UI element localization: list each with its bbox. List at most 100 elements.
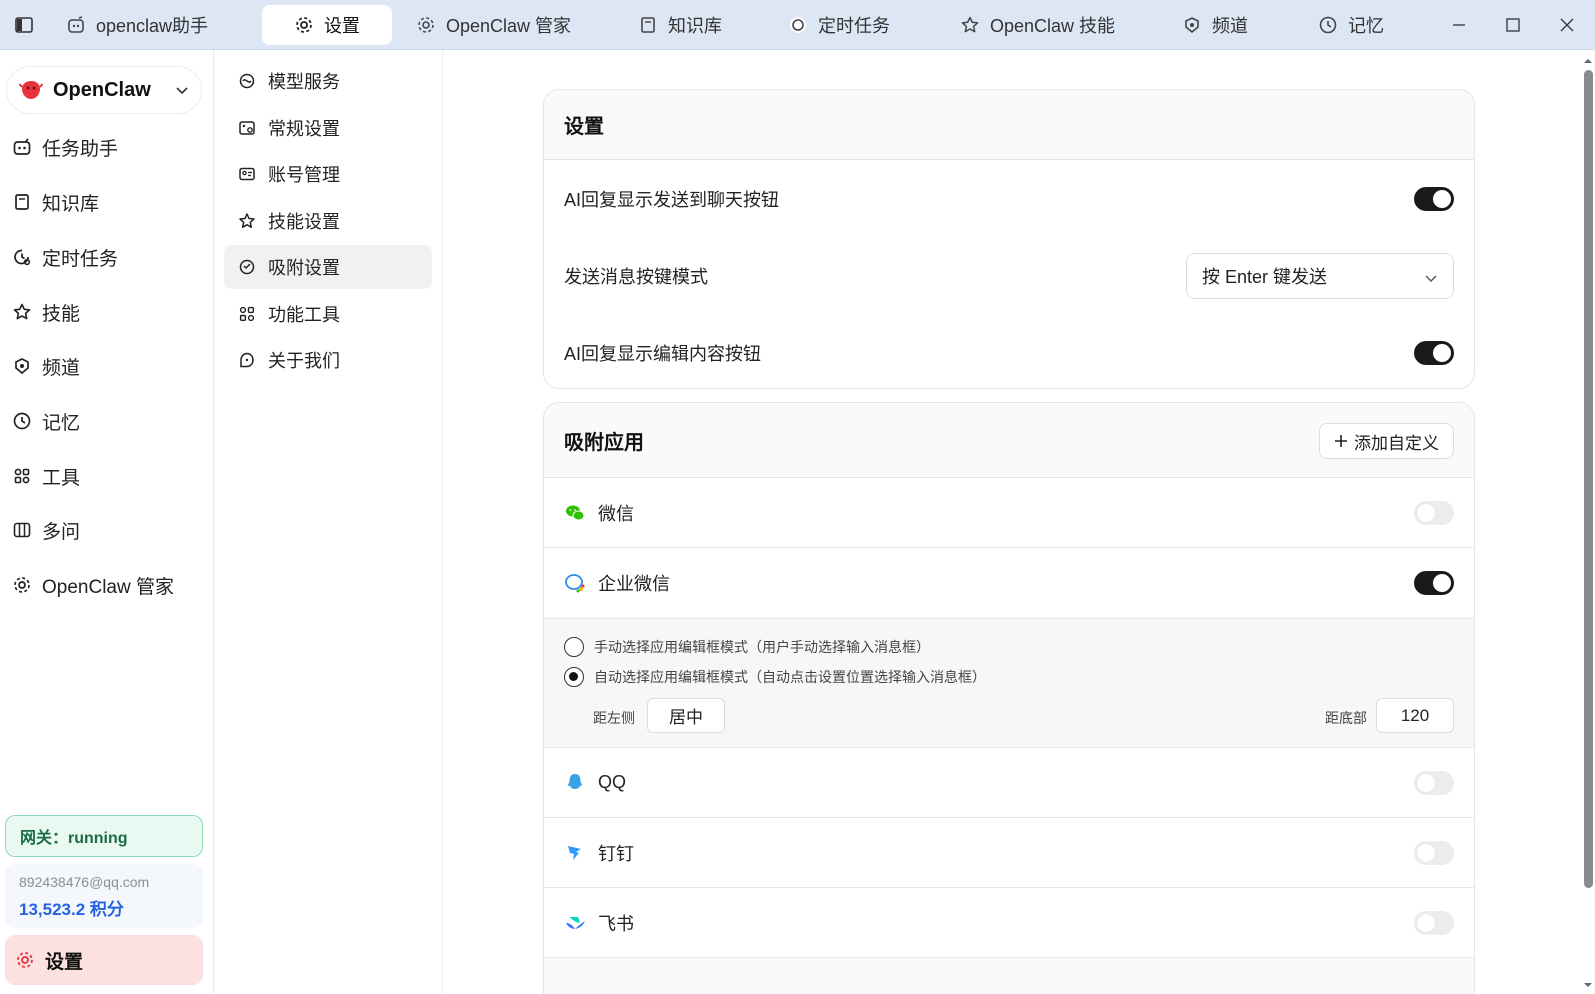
app-row-qq: QQ — [544, 748, 1474, 818]
send-key-mode-select[interactable]: 按 Enter 键发送 — [1186, 252, 1454, 299]
mode-option-label: 手动选择应用编辑框模式（用户手动选择输入消息框） — [594, 639, 930, 655]
gear-icon — [296, 17, 312, 33]
sidebar-item-task-assistant[interactable]: 任务助手 — [12, 129, 118, 165]
account-email: 892438476@qq.com — [19, 874, 150, 890]
qq-toggle[interactable] — [1414, 771, 1454, 795]
mode-auto-radio[interactable] — [564, 667, 584, 687]
mode-manual-radio[interactable] — [564, 637, 584, 657]
sidebar-item-knowledge-base[interactable]: 知识库 — [12, 184, 99, 220]
submenu-item-function-tools[interactable]: 功能工具 — [224, 292, 432, 336]
position-settings: 距左侧 居中 距底部 120 — [593, 698, 1454, 734]
account-points: 13,523.2 积分 — [19, 900, 124, 919]
settings-card-title: 设置 — [544, 90, 1474, 160]
app-name: 企业微信 — [598, 574, 670, 594]
close-button[interactable] — [1552, 10, 1582, 40]
gear-icon — [418, 17, 434, 33]
tab-memory[interactable]: 记忆 — [1306, 5, 1396, 45]
sidebar-item-tools[interactable]: 工具 — [12, 458, 80, 494]
settings-card: 设置 AI回复显示发送到聊天按钮 发送消息按键模式 按 Enter 键发送 AI… — [543, 89, 1475, 389]
app-name: 钉钉 — [598, 843, 634, 864]
setting-label: AI回复显示发送到聊天按钮 — [564, 189, 780, 210]
feishu-toggle[interactable] — [1414, 911, 1454, 935]
scroll-up-icon[interactable] — [1583, 56, 1593, 66]
sidebar: OpenClaw 任务助手 知识库 定时任务 技能 频道 记忆 工具 多问 Op… — [0, 50, 214, 994]
sidebar-item-memory[interactable]: 记忆 — [12, 403, 80, 439]
setting-label: 发送消息按键模式 — [564, 266, 708, 287]
sidebar-item-label: 知识库 — [42, 193, 100, 215]
channel-icon — [1185, 17, 1199, 34]
tab-channel[interactable]: 频道 — [1170, 5, 1260, 45]
workspace-switcher[interactable]: OpenClaw — [6, 66, 202, 114]
maximize-icon — [1506, 18, 1520, 32]
sidebar-item-label: OpenClaw 管家 — [42, 576, 174, 598]
submenu-item-skill-settings[interactable]: 技能设置 — [224, 199, 432, 243]
submenu-item-attach-settings[interactable]: 吸附设置 — [224, 245, 432, 289]
star-icon — [239, 213, 255, 228]
sidebar-item-channel[interactable]: 频道 — [12, 348, 80, 384]
tab-openclaw-skills[interactable]: OpenClaw 技能 — [948, 5, 1127, 45]
tab-knowledge-base[interactable]: 知识库 — [626, 5, 734, 45]
star-icon — [13, 303, 31, 320]
openclaw-logo-icon — [19, 81, 43, 99]
sidebar-settings-button[interactable]: 设置 — [5, 935, 203, 985]
left-distance-label: 距左侧 — [593, 710, 635, 726]
mode-option-manual[interactable]: 手动选择应用编辑框模式（用户手动选择输入消息框） — [564, 632, 1454, 662]
add-custom-button[interactable]: 添加自定义 — [1319, 423, 1454, 459]
sidebar-item-label: 技能 — [42, 303, 81, 325]
minimize-button[interactable] — [1444, 10, 1474, 40]
send-to-chat-toggle[interactable] — [1414, 186, 1454, 211]
wechat-toggle[interactable] — [1414, 501, 1454, 525]
setting-label: AI回复显示编辑内容按钮 — [564, 343, 762, 364]
tab-openclaw-manager[interactable]: OpenClaw 管家 — [404, 5, 583, 45]
app-name: 飞书 — [598, 913, 634, 934]
dingtalk-icon — [568, 845, 581, 860]
tab-scheduled-tasks[interactable]: 定时任务 — [776, 5, 902, 45]
edit-content-toggle[interactable] — [1414, 340, 1454, 365]
dingtalk-toggle[interactable] — [1414, 841, 1454, 865]
submenu-item-about-us[interactable]: 关于我们 — [224, 338, 432, 382]
account-card[interactable]: 892438476@qq.com 13,523.2 积分 — [5, 864, 203, 928]
gear-icon — [17, 952, 33, 968]
image-settings-icon — [239, 121, 255, 135]
left-distance-input[interactable]: 居中 — [647, 698, 725, 733]
main-scrollbar[interactable] — [1581, 50, 1595, 994]
mode-option-label: 自动选择应用编辑框模式（自动点击设置位置选择输入消息框） — [594, 669, 986, 685]
main-content: 设置 AI回复显示发送到聊天按钮 发送消息按键模式 按 Enter 键发送 AI… — [443, 50, 1595, 994]
sidebar-item-label: 工具 — [42, 467, 81, 489]
mode-option-auto[interactable]: 自动选择应用编辑框模式（自动点击设置位置选择输入消息框） — [564, 662, 1454, 692]
minimize-icon — [1453, 24, 1465, 26]
id-card-icon — [239, 167, 255, 181]
tab-label: 定时任务 — [818, 16, 890, 36]
star-icon — [961, 16, 979, 33]
sidebar-item-label: 定时任务 — [42, 248, 119, 270]
tab-label: OpenClaw 管家 — [446, 16, 572, 36]
scroll-down-icon[interactable] — [1583, 980, 1593, 990]
tab-settings[interactable]: 设置 — [262, 5, 392, 45]
history-icon — [1319, 16, 1337, 34]
sidebar-item-label: 频道 — [42, 357, 81, 379]
tab-label: 频道 — [1212, 16, 1248, 36]
submenu-item-account-management[interactable]: 账号管理 — [224, 152, 432, 196]
tab-label: OpenClaw 技能 — [990, 16, 1116, 36]
settings-label: 设置 — [45, 951, 84, 973]
columns-icon — [13, 522, 31, 538]
app-name: QQ — [598, 772, 627, 792]
sidebar-item-openclaw-manager[interactable]: OpenClaw 管家 — [12, 567, 174, 603]
sidebar-item-skills[interactable]: 技能 — [12, 294, 80, 330]
model-icon — [239, 73, 255, 89]
submenu-item-label: 功能工具 — [268, 305, 340, 325]
tab-openclaw-assistant[interactable]: openclaw助手 — [54, 5, 220, 45]
wecom-icon — [565, 574, 585, 593]
bottom-distance-input[interactable]: 120 — [1376, 698, 1454, 733]
submenu-item-general-settings[interactable]: 常规设置 — [224, 106, 432, 150]
maximize-button[interactable] — [1498, 10, 1528, 40]
brand-name: OpenClaw — [53, 78, 151, 101]
sidebar-toggle-icon[interactable] — [14, 15, 34, 35]
channel-icon — [15, 358, 29, 375]
submenu-item-model-service[interactable]: 模型服务 — [224, 59, 432, 103]
tab-label: openclaw助手 — [96, 16, 209, 36]
scroll-thumb[interactable] — [1584, 70, 1593, 888]
sidebar-item-scheduled-tasks[interactable]: 定时任务 — [12, 239, 118, 275]
sidebar-item-multi-ask[interactable]: 多问 — [12, 512, 80, 548]
wecom-toggle[interactable] — [1414, 571, 1454, 595]
